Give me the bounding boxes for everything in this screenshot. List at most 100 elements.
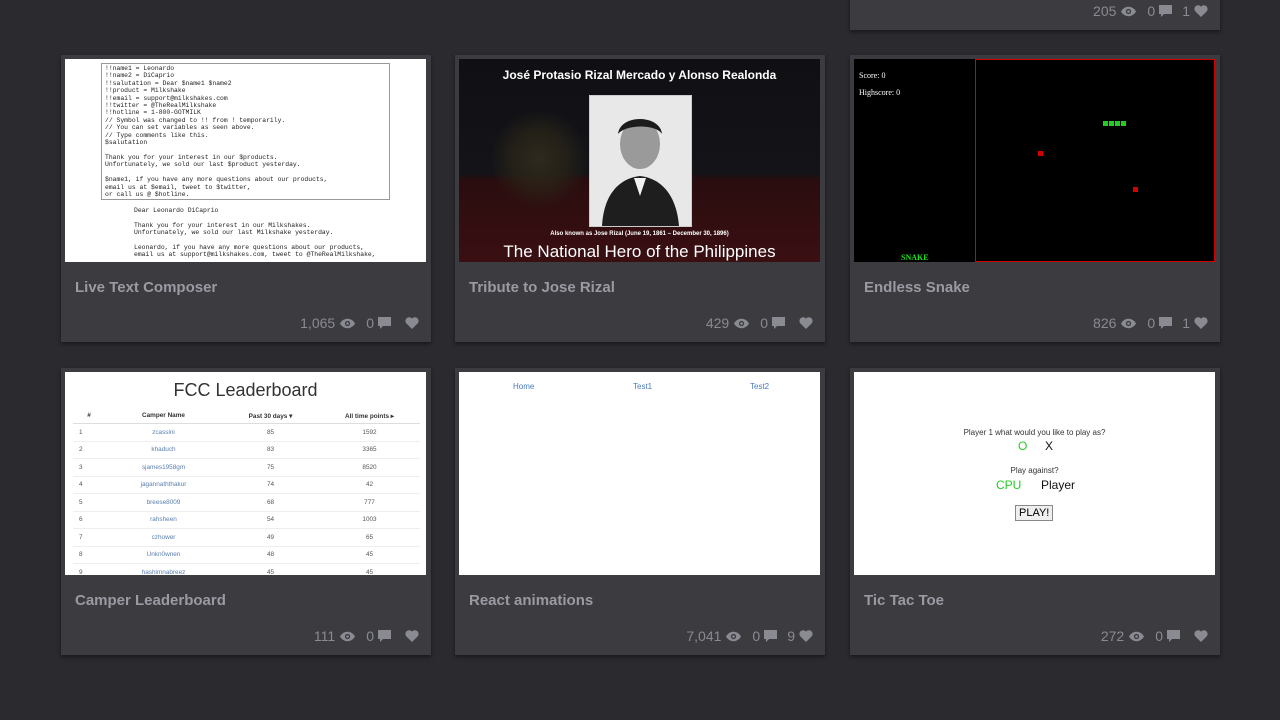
heart-icon[interactable] xyxy=(405,630,419,642)
project-thumbnail[interactable]: FCC Leaderboard # Camper Name Past 30 da… xyxy=(65,372,426,575)
column-header-recent[interactable]: Past 30 days ▾ xyxy=(222,408,319,424)
card-title[interactable]: Tic Tac Toe xyxy=(864,592,944,609)
food-pellet xyxy=(1133,187,1138,192)
comments-count: 0 xyxy=(760,315,768,331)
recent-points-cell: 48 xyxy=(222,545,319,564)
table-row: 7 czhower 49 65 xyxy=(73,528,420,546)
heart-icon[interactable] xyxy=(405,317,419,329)
option-player[interactable]: Player xyxy=(1041,478,1075,492)
camper-name-cell[interactable]: rahsheen xyxy=(105,510,222,529)
project-thumbnail[interactable]: !!name1 = Leonardo !!name2 = DiCaprio !!… xyxy=(65,59,426,262)
card-title[interactable]: React animations xyxy=(469,592,593,609)
card-stats: 1,065 0 xyxy=(300,315,419,331)
table-row: 6 rahsheen 54 1003 xyxy=(73,510,420,529)
project-card[interactable]: !!name1 = Leonardo !!name2 = DiCaprio !!… xyxy=(61,55,431,342)
choose-symbol-prompt: Player 1 what would you like to play as? xyxy=(963,428,1106,437)
camper-name-cell[interactable]: sjames1958gm xyxy=(105,458,222,476)
card-stats: 826 0 1 xyxy=(1093,315,1208,331)
sort-right-icon: ▸ xyxy=(390,412,395,420)
card-title[interactable]: Endless Snake xyxy=(864,279,970,296)
project-card-top[interactable]: 205 0 1 xyxy=(850,0,1220,30)
views-count: 7,041 xyxy=(686,628,722,644)
camper-name-cell[interactable]: Unkn0wnen xyxy=(105,545,222,564)
heart-icon[interactable] xyxy=(799,630,813,642)
option-cpu[interactable]: CPU xyxy=(996,478,1021,492)
rank-cell: 8 xyxy=(73,545,105,564)
snake-body xyxy=(1103,121,1127,126)
comment-icon xyxy=(1159,5,1173,17)
rank-cell: 1 xyxy=(73,423,105,441)
recent-points-cell: 49 xyxy=(222,528,319,546)
alltime-points-cell: 1592 xyxy=(319,423,420,441)
camper-name-cell[interactable]: hashimnabreez xyxy=(105,563,222,575)
project-thumbnail[interactable]: Score: 0 Highscore: 0 SNAKE xyxy=(854,59,1215,262)
recent-points-cell: 75 xyxy=(222,458,319,476)
project-card[interactable]: Player 1 what would you like to play as?… xyxy=(850,368,1220,655)
project-card[interactable]: Score: 0 Highscore: 0 SNAKE Endless Snak… xyxy=(850,55,1220,342)
views-count: 826 xyxy=(1093,315,1117,331)
eye-icon xyxy=(725,631,742,642)
code-text: !!name1 = Leonardo !!name2 = DiCaprio !!… xyxy=(105,65,328,198)
play-button[interactable]: PLAY! xyxy=(1015,505,1054,521)
rank-cell: 4 xyxy=(73,475,105,494)
nav-link-test1[interactable]: Test1 xyxy=(633,382,652,391)
heart-icon[interactable] xyxy=(1194,630,1208,642)
column-header-name: Camper Name xyxy=(105,408,222,424)
option-o[interactable]: O xyxy=(1018,439,1027,453)
card-title[interactable]: Tribute to Jose Rizal xyxy=(469,279,615,296)
project-thumbnail[interactable]: José Protasio Rizal Mercado y Alonso Rea… xyxy=(459,59,820,262)
camper-name-cell[interactable]: czhower xyxy=(105,528,222,546)
comment-icon xyxy=(378,630,391,642)
flag-sun-decoration xyxy=(489,109,589,209)
recent-points-cell: 68 xyxy=(222,493,319,511)
camper-name-cell[interactable]: khaduch xyxy=(105,440,222,459)
table-row: 8 Unkn0wnen 48 45 xyxy=(73,545,420,564)
card-stats: 111 0 xyxy=(314,628,419,644)
score-label: Score: 0 xyxy=(859,71,886,80)
eye-icon xyxy=(1120,318,1137,329)
game-board xyxy=(975,59,1215,262)
leaderboard-title: FCC Leaderboard xyxy=(173,380,318,400)
table-row: 4 jagannaththakur 74 42 xyxy=(73,475,420,494)
heart-icon[interactable] xyxy=(799,317,813,329)
rank-cell: 6 xyxy=(73,510,105,529)
heart-icon[interactable] xyxy=(1194,317,1208,329)
views-count: 272 xyxy=(1100,628,1125,644)
rank-cell: 9 xyxy=(73,563,105,575)
project-card[interactable]: Home Test1 Test2 React animations 7,041 … xyxy=(455,368,825,655)
eye-icon xyxy=(1120,6,1137,17)
card-stats: 272 0 xyxy=(1101,628,1208,644)
comments-count: 0 xyxy=(1147,3,1156,19)
tribute-heading: José Protasio Rizal Mercado y Alonso Rea… xyxy=(502,68,777,82)
eye-icon xyxy=(339,318,356,329)
project-thumbnail[interactable]: Player 1 what would you like to play as?… xyxy=(854,372,1215,575)
option-x[interactable]: X xyxy=(1045,439,1053,453)
nav-link-home[interactable]: Home xyxy=(513,382,534,391)
views-count: 1,065 xyxy=(300,315,336,331)
column-header-recent-label: Past 30 days xyxy=(248,412,288,420)
rank-cell: 5 xyxy=(73,493,105,511)
alltime-points-cell: 45 xyxy=(319,545,420,564)
column-header-alltime[interactable]: All time points ▸ xyxy=(319,408,420,424)
table-row: 2 khaduch 83 3365 xyxy=(73,440,420,459)
recent-points-cell: 74 xyxy=(222,475,319,494)
alltime-points-cell: 65 xyxy=(319,528,420,546)
camper-name-cell[interactable]: jagannaththakur xyxy=(105,475,222,494)
card-stats: 7,041 0 9 xyxy=(686,628,813,644)
heart-icon[interactable] xyxy=(1194,5,1208,17)
likes-count: 1 xyxy=(1182,3,1190,19)
project-card[interactable]: FCC Leaderboard # Camper Name Past 30 da… xyxy=(61,368,431,655)
card-title[interactable]: Camper Leaderboard xyxy=(75,592,226,609)
views-count: 429 xyxy=(705,315,730,331)
comments-count: 0 xyxy=(366,628,374,644)
comment-icon xyxy=(1159,317,1173,329)
highscore-label: Highscore: 0 xyxy=(859,88,901,97)
nav-link-test2[interactable]: Test2 xyxy=(750,382,769,391)
recent-points-cell: 54 xyxy=(222,510,319,529)
project-card[interactable]: José Protasio Rizal Mercado y Alonso Rea… xyxy=(455,55,825,342)
camper-name-cell[interactable]: zcassini xyxy=(105,423,222,441)
camper-name-cell[interactable]: breese8009 xyxy=(105,493,222,511)
table-row: 3 sjames1958gm 75 8520 xyxy=(73,458,420,476)
project-thumbnail[interactable]: Home Test1 Test2 xyxy=(459,372,820,575)
card-title[interactable]: Live Text Composer xyxy=(75,279,217,296)
